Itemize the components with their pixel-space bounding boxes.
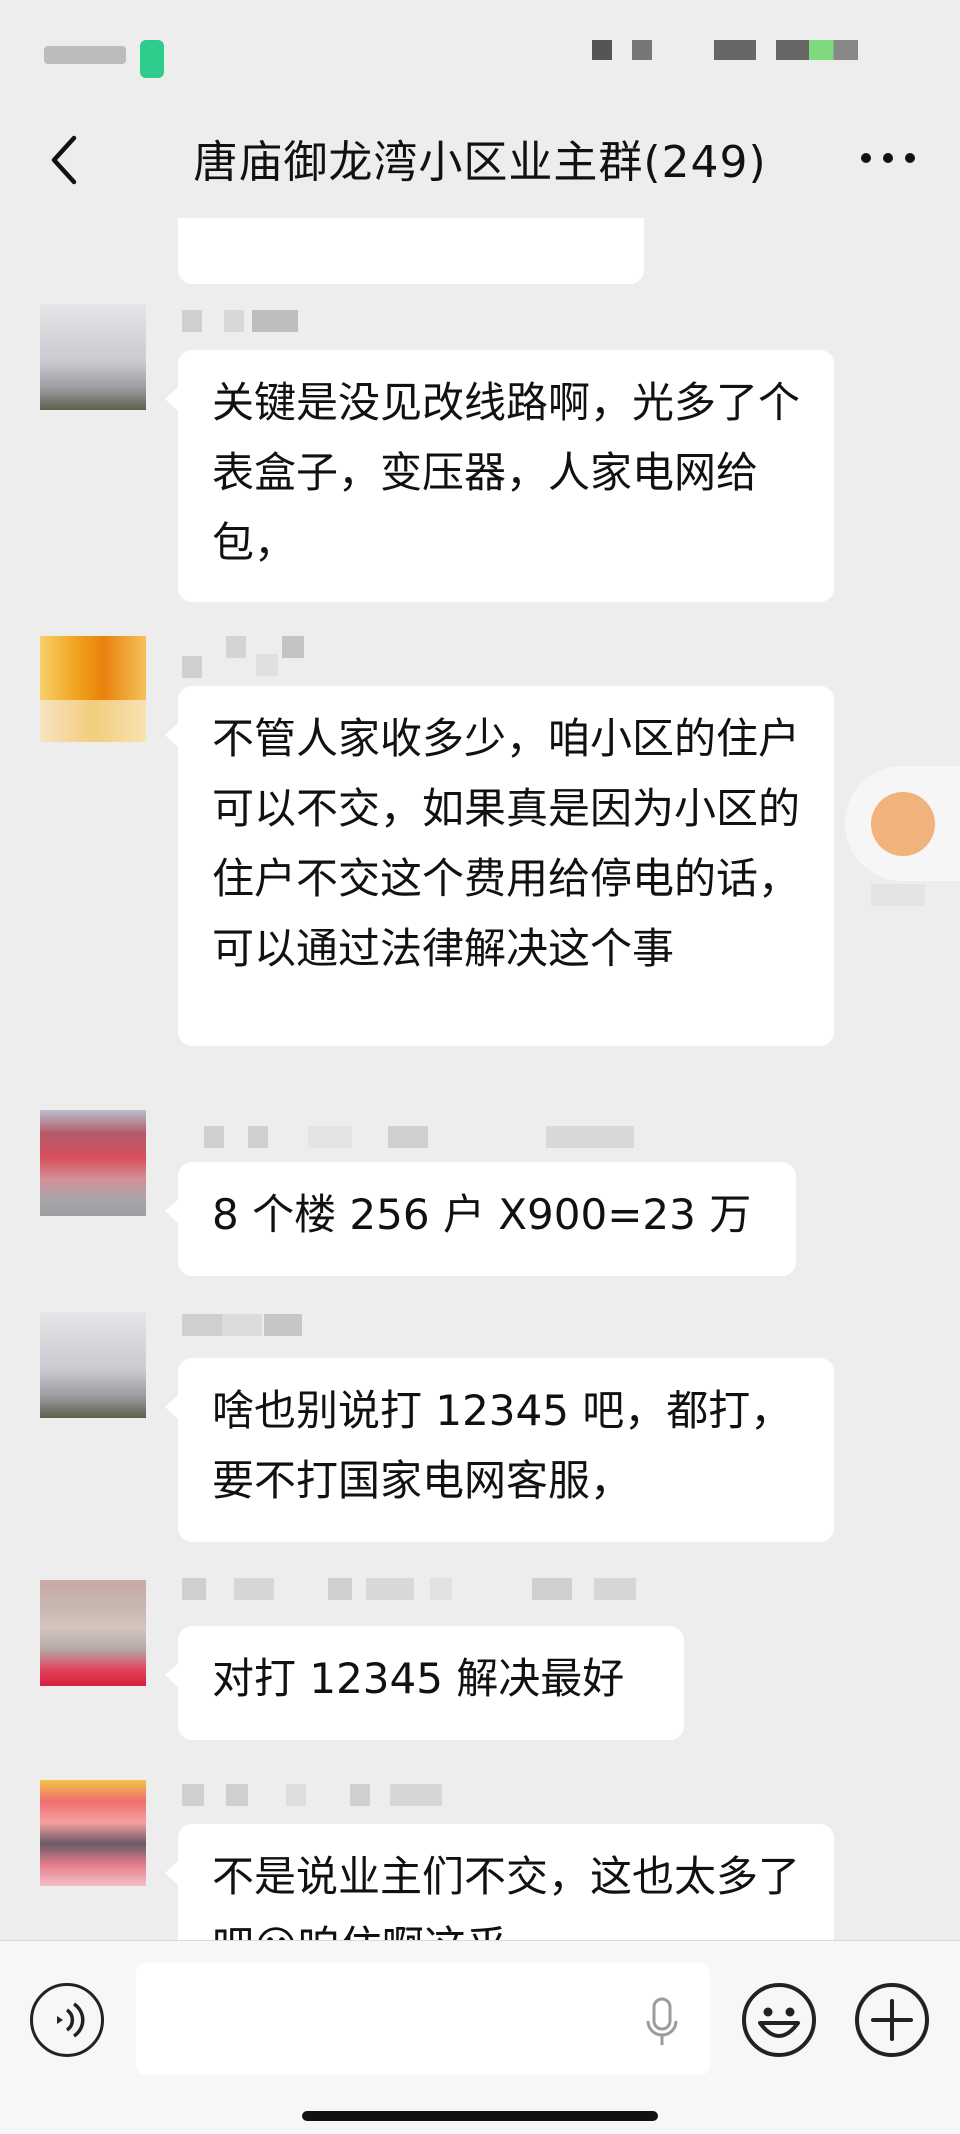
voice-icon[interactable] [30, 1983, 104, 2057]
avatar[interactable] [40, 1780, 146, 1886]
sender-name [182, 636, 342, 678]
status-bar [0, 0, 960, 100]
message-bubble[interactable]: 不是说业主们不交，这也太多了吧😮咱住啊这乎 [165, 1824, 834, 1940]
battery-icon [776, 40, 858, 60]
message-bubble-previous [178, 218, 644, 284]
signal-icon-2 [632, 40, 652, 60]
chat-header: 唐庙御龙湾小区业主群(249) [0, 100, 960, 218]
message-bubble[interactable]: 啥也别说打 12345 吧，都打，要不打国家电网客服， [165, 1358, 834, 1542]
mic-icon[interactable] [644, 1997, 680, 2047]
sender-name [182, 1578, 702, 1600]
plus-icon[interactable] [853, 1981, 931, 2059]
home-indicator[interactable] [302, 2111, 658, 2121]
avatar[interactable] [40, 1312, 146, 1418]
more-dots-icon[interactable] [860, 150, 916, 166]
sender-name [182, 1126, 642, 1148]
message-bubble[interactable]: 不管人家收多少，咱小区的住户可以不交，如果真是因为小区的住户不交这个费用给停电的… [165, 686, 834, 1046]
avatar[interactable] [40, 1110, 146, 1216]
floating-avatar-bubble[interactable] [845, 766, 960, 906]
message-bubble[interactable]: 对打 12345 解决最好 [165, 1626, 684, 1740]
avatar[interactable] [40, 304, 146, 410]
avatar[interactable] [40, 1580, 146, 1686]
wifi-icon [714, 40, 756, 60]
sender-name [182, 1314, 312, 1336]
sender-name [182, 1784, 462, 1806]
signal-icon [592, 40, 612, 60]
message-bubble[interactable]: 8 个楼 256 户 X900=23 万 [165, 1162, 796, 1276]
emoji-icon[interactable] [740, 1981, 818, 2059]
sender-name [182, 310, 312, 332]
message-bubble[interactable]: 关键是没见改线路啊，光多了个表盒子，变压器，人家电网给包， [165, 350, 834, 602]
chat-title: 唐庙御龙湾小区业主群(249) [193, 137, 767, 188]
notification-icon [140, 40, 164, 78]
avatar[interactable] [40, 636, 146, 742]
status-time [44, 46, 126, 64]
chat-message-list[interactable]: 关键是没见改线路啊，光多了个表盒子，变压器，人家电网给包， 不管人家收多少，咱小… [0, 218, 960, 1940]
message-input[interactable] [136, 1963, 710, 2075]
chat-input-bar [0, 1940, 960, 2134]
